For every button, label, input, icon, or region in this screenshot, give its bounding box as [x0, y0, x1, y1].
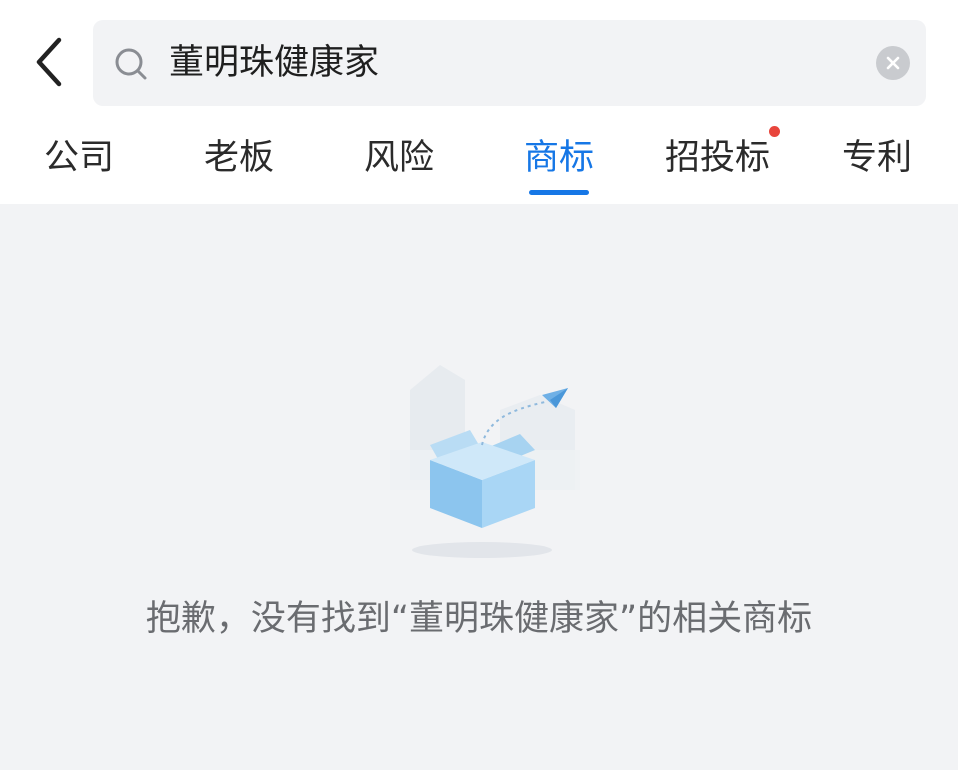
top-bar: 董明珠健康家 公司 老板 风险 商标 招投标 专利 — [0, 0, 958, 204]
search-field[interactable]: 董明珠健康家 — [93, 20, 926, 106]
clear-icon — [886, 56, 900, 70]
tab-bidding-label: 招投标 — [665, 138, 771, 178]
back-button[interactable] — [20, 30, 76, 94]
tab-risk-label: 风险 — [364, 138, 435, 178]
clear-button[interactable] — [876, 46, 910, 80]
tab-bidding[interactable]: 招投标 — [665, 118, 781, 204]
tab-trademark[interactable]: 商标 — [524, 118, 594, 204]
chevron-left-icon — [36, 37, 62, 87]
tab-boss[interactable]: 老板 — [204, 118, 274, 204]
tab-patent-label: 专利 — [842, 138, 913, 178]
search-input[interactable]: 董明珠健康家 — [169, 20, 379, 106]
tab-risk[interactable]: 风险 — [364, 118, 434, 204]
tab-boss-label: 老板 — [204, 138, 275, 178]
tab-patent[interactable]: 专利 — [842, 118, 912, 204]
tab-company[interactable]: 公司 — [44, 118, 114, 204]
tab-company-label: 公司 — [44, 138, 115, 178]
empty-state-message: 抱歉，没有找到“董明珠健康家”的相关商标 — [145, 599, 813, 639]
tab-trademark-label: 商标 — [524, 138, 595, 178]
search-icon — [115, 48, 147, 80]
notification-dot — [769, 126, 781, 137]
active-tab-indicator — [529, 190, 589, 195]
empty-box-icon — [390, 365, 580, 558]
category-tabs: 公司 老板 风险 商标 招投标 专利 — [0, 118, 958, 204]
